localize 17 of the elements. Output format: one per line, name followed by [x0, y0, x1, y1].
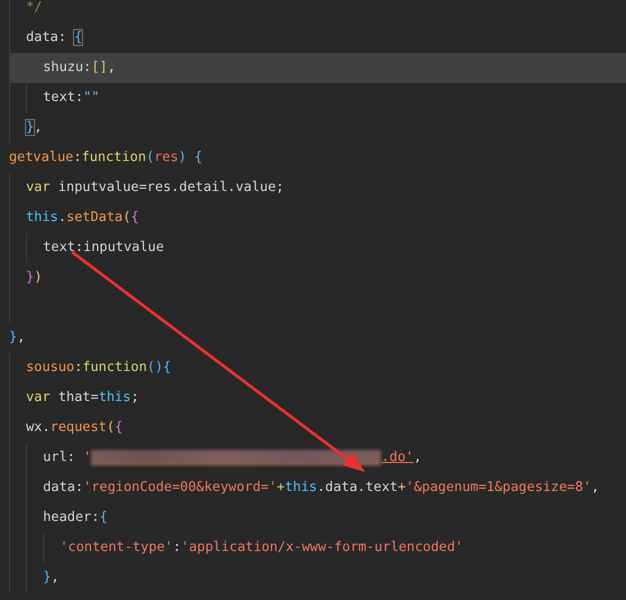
code-line: data: {: [26, 29, 84, 47]
code-line: },: [43, 569, 60, 587]
code-line: this.setData({: [26, 209, 140, 227]
code-line: }): [26, 269, 44, 287]
code-line: sousuo:function(){: [26, 359, 172, 377]
code-line: text:"": [43, 89, 100, 107]
code-line: var inputvalue=res.detail.value;: [26, 179, 285, 197]
code-line: },: [9, 329, 26, 347]
code-line: data:'regionCode=00&keyword='+this.data.text+'&pagenum=1&pagesize=8',: [43, 479, 600, 497]
code-line: */: [26, 0, 44, 17]
code-line: var that=this;: [26, 389, 140, 407]
code-line: getvalue:function(res) {: [9, 149, 204, 167]
code-line: wx.request({: [26, 419, 124, 437]
code-line: text:inputvalue: [43, 239, 165, 257]
code-line: 'content-type':'application/x-www-form-urlencoded': [60, 539, 464, 557]
code-line: },: [26, 119, 44, 137]
code-line: header:{: [43, 509, 108, 527]
